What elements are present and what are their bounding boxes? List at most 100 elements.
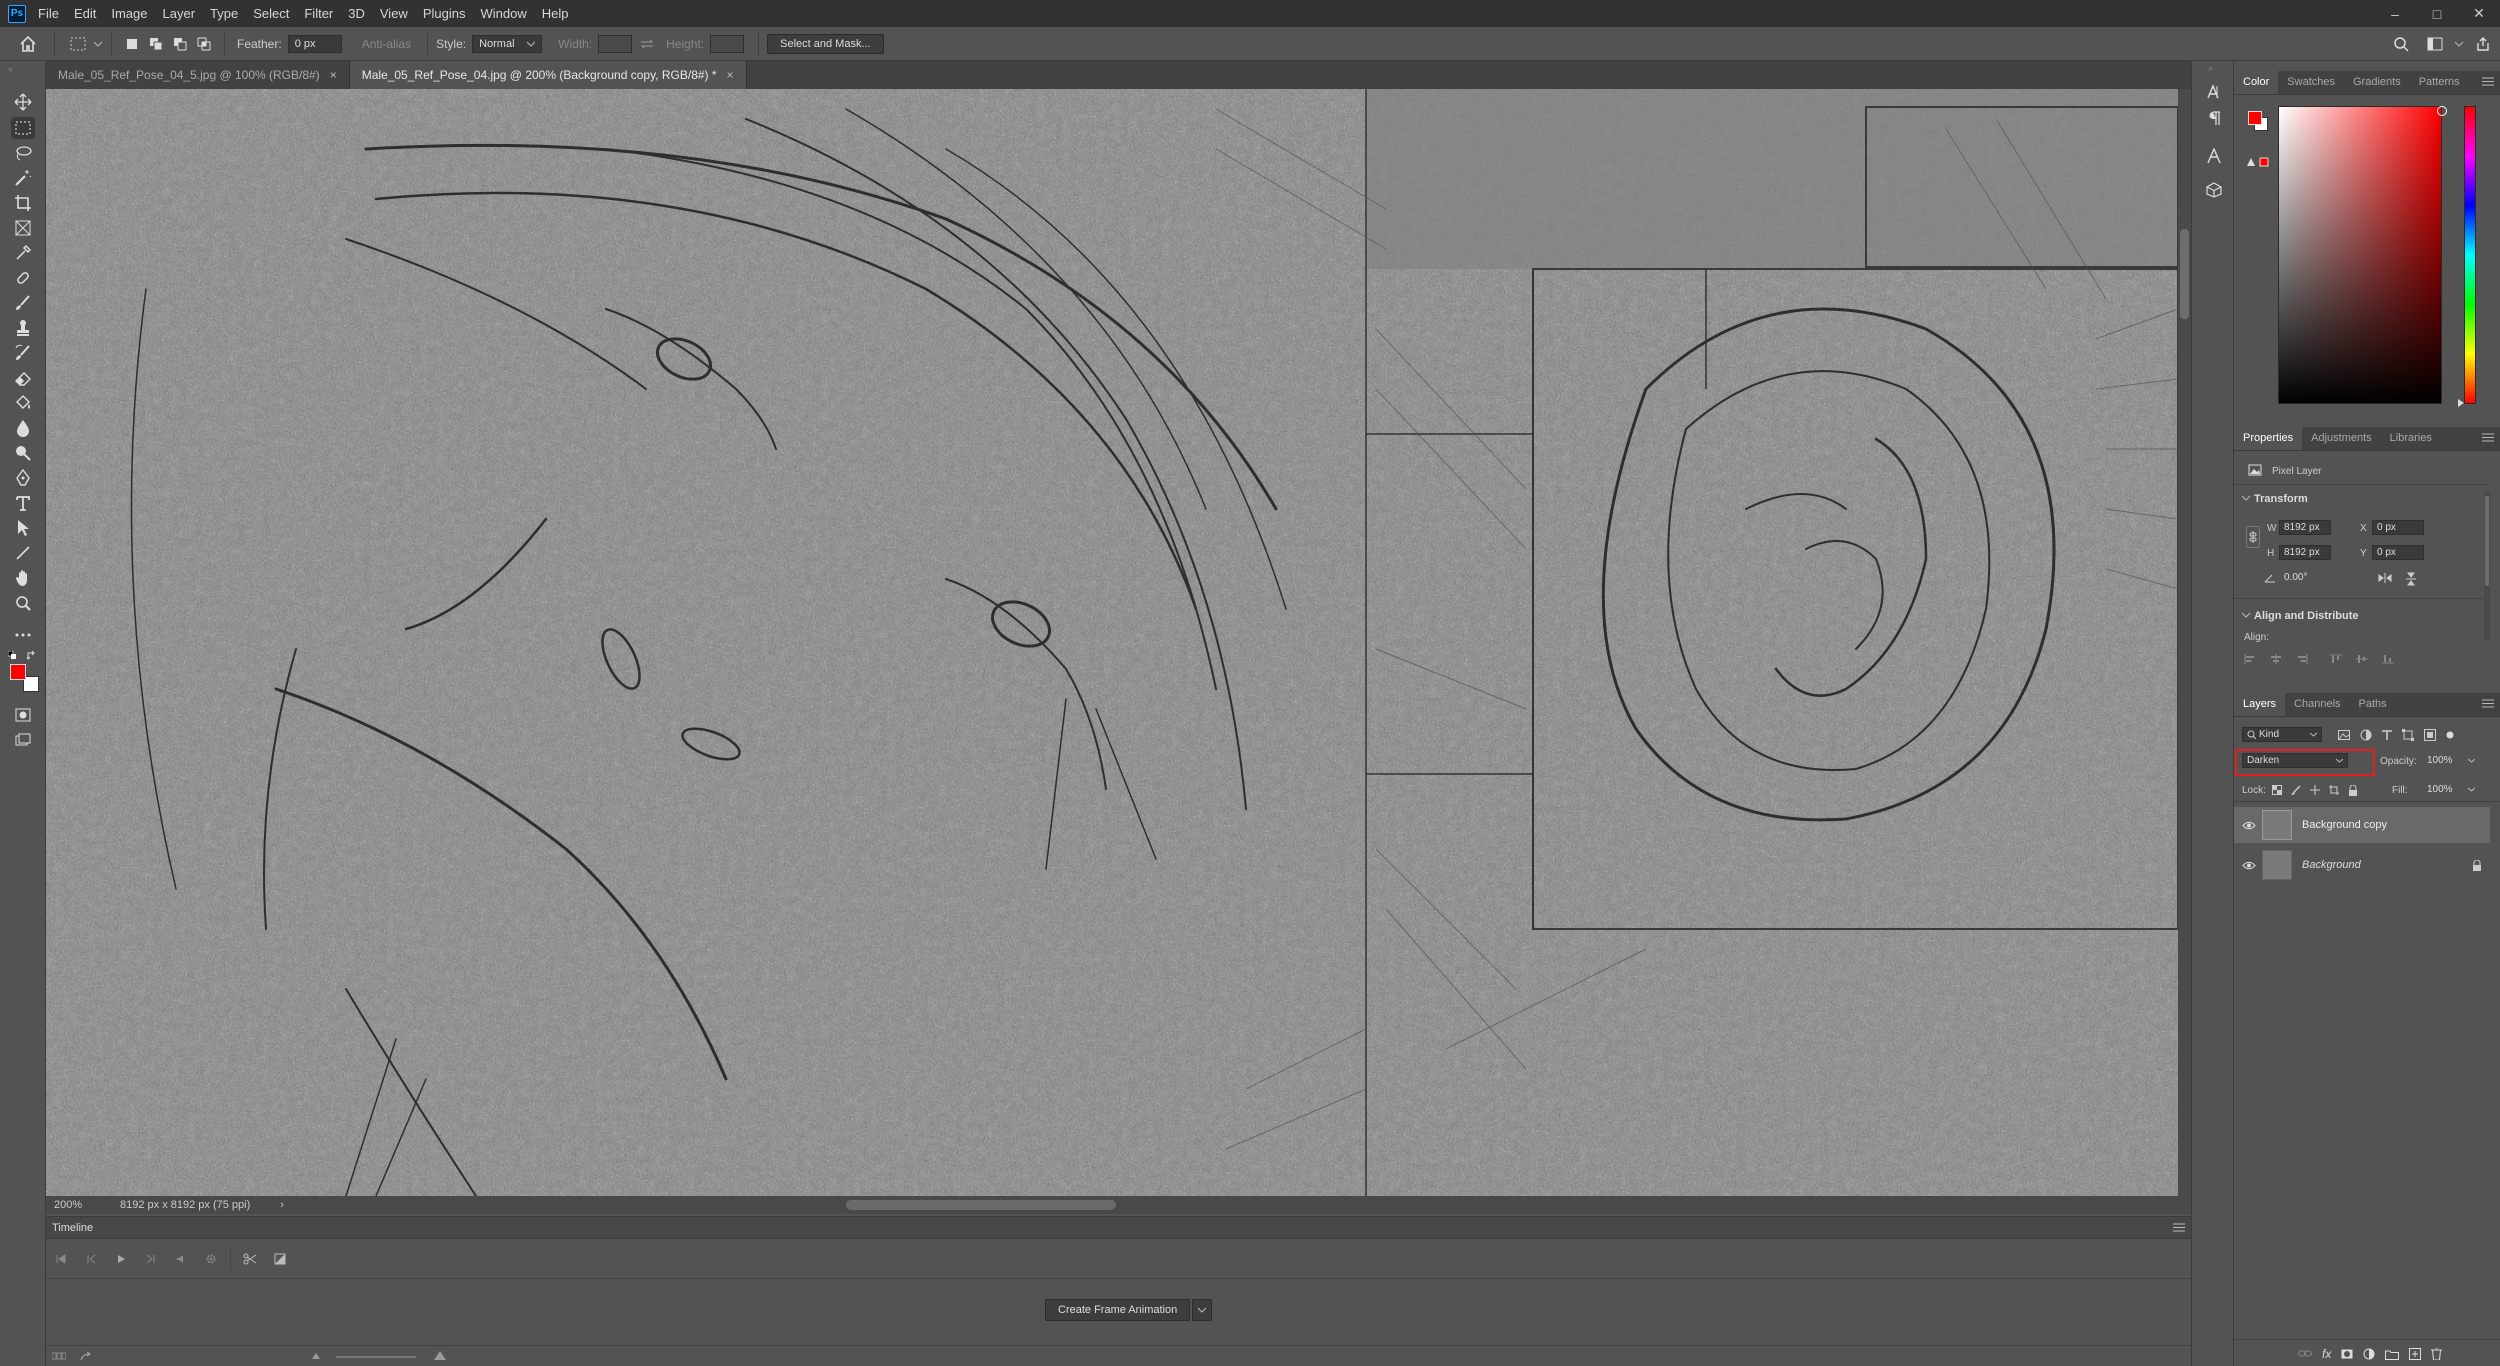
play-icon[interactable] [106, 1254, 136, 1264]
character-panel-icon[interactable] [2203, 81, 2225, 103]
menu-edit[interactable]: Edit [74, 6, 96, 21]
visibility-eye-icon[interactable] [2242, 821, 2256, 830]
frame-tool-icon[interactable] [11, 217, 35, 239]
zoom-tool-icon[interactable] [11, 592, 35, 614]
out-of-gamut-warning-icon[interactable] [2246, 157, 2270, 167]
zoom-out-timeline-icon[interactable] [312, 1353, 320, 1359]
lock-artboard-icon[interactable] [2329, 785, 2339, 796]
eyedropper-tool-icon[interactable] [11, 242, 35, 264]
lock-transparent-icon[interactable] [2272, 785, 2282, 796]
color-swatches[interactable] [2248, 111, 2268, 131]
close-window-icon[interactable]: ✕ [2458, 5, 2500, 22]
clone-stamp-tool-icon[interactable] [11, 317, 35, 339]
minimize-icon[interactable]: – [2374, 6, 2416, 22]
dodge-tool-icon[interactable] [11, 442, 35, 464]
flip-vertical-icon[interactable] [2406, 572, 2416, 586]
create-frame-animation-button[interactable]: Create Frame Animation [1045, 1299, 1191, 1321]
split-scissors-icon[interactable] [235, 1253, 265, 1265]
new-layer-icon[interactable] [2409, 1348, 2422, 1360]
panel-menu-icon[interactable] [2482, 699, 2494, 709]
tab-libraries[interactable]: Libraries [2381, 426, 2441, 450]
menu-help[interactable]: Help [542, 6, 569, 21]
zoom-level[interactable]: 200% [54, 1199, 104, 1211]
lock-all-icon[interactable] [2348, 785, 2358, 796]
default-colors-icon[interactable] [8, 651, 16, 659]
tab-channels[interactable]: Channels [2285, 692, 2349, 716]
horizontal-scroll-thumb[interactable] [846, 1200, 1116, 1210]
filter-pixel-icon[interactable] [2338, 730, 2350, 740]
menu-select[interactable]: Select [253, 6, 289, 21]
chevron-down-icon[interactable] [2468, 758, 2475, 763]
menu-3d[interactable]: 3D [348, 6, 365, 21]
lasso-tool-icon[interactable] [11, 142, 35, 164]
filter-adjustment-icon[interactable] [2360, 729, 2372, 741]
quick-mask-icon[interactable] [11, 704, 35, 726]
layer-name[interactable]: Background [2302, 859, 2361, 871]
settings-gear-icon[interactable] [196, 1253, 226, 1265]
3d-panel-icon[interactable] [2203, 179, 2225, 201]
add-mask-icon[interactable] [2341, 1349, 2353, 1359]
filter-toggle-icon[interactable] [2446, 731, 2454, 739]
menu-layer[interactable]: Layer [163, 6, 196, 21]
panel-menu-icon[interactable] [2482, 433, 2494, 443]
more-tools-icon[interactable] [11, 624, 35, 646]
tab-layers[interactable]: Layers [2234, 692, 2286, 716]
screen-mode-icon[interactable] [11, 729, 35, 751]
menu-type[interactable]: Type [210, 6, 238, 21]
chevron-down-icon[interactable] [1192, 1299, 1213, 1321]
swap-colors-icon[interactable] [27, 651, 36, 660]
lock-pixels-icon[interactable] [2291, 785, 2301, 796]
x-field[interactable]: 0 px [2372, 520, 2424, 535]
close-tab-icon[interactable]: × [330, 68, 337, 82]
filter-type-icon[interactable] [2382, 730, 2392, 740]
add-selection-icon[interactable] [144, 37, 168, 51]
tab-color[interactable]: Color [2234, 70, 2279, 94]
chevron-down-icon[interactable] [93, 41, 103, 47]
feather-input[interactable]: 0 px [287, 34, 342, 53]
tab-properties[interactable]: Properties [2234, 426, 2303, 450]
pen-tool-icon[interactable] [11, 467, 35, 489]
paint-bucket-tool-icon[interactable] [11, 392, 35, 414]
menu-image[interactable]: Image [111, 6, 147, 21]
link-layers-icon[interactable] [2298, 1350, 2312, 1358]
properties-scrollbar[interactable] [2484, 491, 2490, 641]
align-middle-icon[interactable] [2356, 654, 2368, 664]
chevron-down-icon[interactable] [2242, 495, 2250, 501]
blur-tool-icon[interactable] [11, 417, 35, 439]
layer-style-fx-icon[interactable]: fx [2322, 1347, 2331, 1361]
color-field[interactable] [2278, 106, 2442, 404]
vertical-scrollbar[interactable] [2178, 89, 2191, 1196]
type-tool-icon[interactable] [11, 492, 35, 514]
menu-plugins[interactable]: Plugins [423, 6, 466, 21]
link-dimensions-icon[interactable] [2246, 526, 2260, 548]
tab-patterns[interactable]: Patterns [2410, 70, 2469, 94]
panel-menu-icon[interactable] [2173, 1223, 2185, 1232]
panel-menu-icon[interactable] [2482, 77, 2494, 87]
tab-document-2[interactable]: Male_05_Ref_Pose_04.jpg @ 200% (Backgrou… [349, 61, 747, 89]
new-selection-icon[interactable] [120, 38, 144, 50]
layer-name[interactable]: Background copy [2302, 819, 2387, 831]
tab-document-1[interactable]: Male_05_Ref_Pose_04_5.jpg @ 100% (RGB/8#… [46, 61, 350, 89]
chevron-down-icon[interactable] [2468, 787, 2475, 792]
home-icon[interactable] [10, 29, 46, 59]
height-input[interactable] [710, 34, 745, 53]
marquee-preset-icon[interactable] [63, 37, 93, 51]
collapse-toolbar-icon[interactable]: « [8, 64, 13, 74]
expand-panels-icon[interactable]: » [2208, 63, 2213, 73]
first-frame-icon[interactable] [46, 1253, 76, 1264]
menu-file[interactable]: File [38, 6, 59, 21]
tab-gradients[interactable]: Gradients [2344, 70, 2410, 94]
healing-brush-tool-icon[interactable] [11, 267, 35, 289]
history-brush-tool-icon[interactable] [11, 342, 35, 364]
hue-slider-arrow-icon[interactable] [2458, 399, 2464, 407]
opacity-field[interactable]: 100% [2422, 753, 2462, 768]
close-tab-icon[interactable]: × [727, 68, 734, 82]
glyphs-panel-icon[interactable] [2203, 145, 2225, 167]
crop-tool-icon[interactable] [11, 192, 35, 214]
flip-horizontal-icon[interactable] [2378, 573, 2392, 583]
tab-swatches[interactable]: Swatches [2278, 70, 2344, 94]
filter-smart-object-icon[interactable] [2424, 729, 2436, 741]
menu-filter[interactable]: Filter [304, 6, 333, 21]
align-center-icon[interactable] [2270, 654, 2282, 664]
layer-row[interactable]: Background [2234, 847, 2490, 883]
